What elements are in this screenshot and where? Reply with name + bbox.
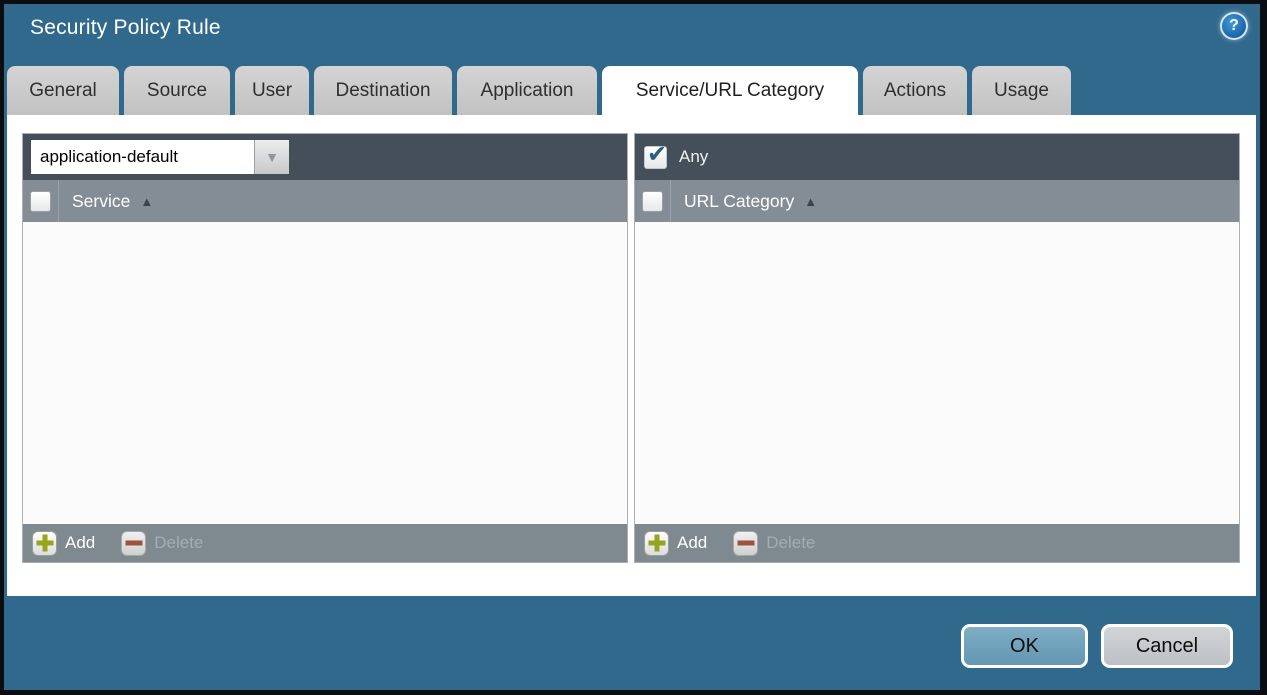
url-category-table-header: URL Category ▲ xyxy=(635,180,1239,222)
service-select-all-cell xyxy=(23,180,59,222)
url-category-panel-footer: Add Delete xyxy=(635,524,1239,562)
dialog-surface: Security Policy Rule ? General Source Us… xyxy=(4,4,1260,690)
ok-button[interactable]: OK xyxy=(961,624,1088,668)
delete-button-label: Delete xyxy=(766,533,815,553)
service-panel: application-default ▼ Service ▲ xyxy=(22,133,628,563)
url-category-panel-toolbar: ✔ Any xyxy=(635,134,1239,180)
minus-icon xyxy=(121,531,146,556)
question-mark-icon: ? xyxy=(1229,17,1239,35)
cancel-button[interactable]: Cancel xyxy=(1101,624,1233,668)
tab-usage[interactable]: Usage xyxy=(972,66,1071,115)
chevron-down-icon: ▼ xyxy=(265,150,279,164)
url-category-delete-button[interactable]: Delete xyxy=(733,531,815,556)
service-type-dropdown[interactable]: application-default ▼ xyxy=(31,140,289,174)
service-table-header: Service ▲ xyxy=(23,180,627,222)
tab-actions[interactable]: Actions xyxy=(863,66,967,115)
url-category-add-button[interactable]: Add xyxy=(644,531,707,556)
plus-icon xyxy=(32,531,57,556)
tab-application[interactable]: Application xyxy=(457,66,597,115)
any-checkbox-row: ✔ Any xyxy=(644,134,708,180)
service-panel-footer: Add Delete xyxy=(23,524,627,562)
sort-ascending-icon[interactable]: ▲ xyxy=(140,194,153,209)
url-category-select-all-cell xyxy=(635,180,671,222)
service-panel-toolbar: application-default ▼ xyxy=(23,134,627,180)
service-delete-button[interactable]: Delete xyxy=(121,531,203,556)
minus-icon xyxy=(733,531,758,556)
sort-ascending-icon[interactable]: ▲ xyxy=(804,194,817,209)
service-type-dropdown-value[interactable]: application-default xyxy=(31,140,254,174)
tab-general[interactable]: General xyxy=(7,66,119,115)
service-add-button[interactable]: Add xyxy=(32,531,95,556)
service-select-all-checkbox[interactable] xyxy=(30,191,51,212)
tab-source[interactable]: Source xyxy=(124,66,230,115)
tab-bar: General Source User Destination Applicat… xyxy=(7,66,1071,115)
help-button[interactable]: ? xyxy=(1220,12,1248,40)
any-checkbox[interactable]: ✔ xyxy=(644,146,667,169)
url-category-column-header[interactable]: URL Category xyxy=(684,191,794,212)
tab-panel-content: application-default ▼ Service ▲ xyxy=(7,115,1256,596)
dialog-title: Security Policy Rule xyxy=(30,16,221,40)
plus-icon xyxy=(644,531,669,556)
security-policy-rule-dialog: Security Policy Rule ? General Source Us… xyxy=(0,0,1267,695)
add-button-label: Add xyxy=(677,533,707,553)
url-category-table-body[interactable] xyxy=(635,222,1239,524)
delete-button-label: Delete xyxy=(154,533,203,553)
add-button-label: Add xyxy=(65,533,95,553)
url-category-select-all-checkbox[interactable] xyxy=(642,191,663,212)
service-table-body[interactable] xyxy=(23,222,627,524)
tab-user[interactable]: User xyxy=(235,66,309,115)
tab-service-url-category[interactable]: Service/URL Category xyxy=(602,66,858,115)
checkmark-icon: ✔ xyxy=(647,140,667,169)
service-type-dropdown-button[interactable]: ▼ xyxy=(254,140,289,174)
tab-destination[interactable]: Destination xyxy=(314,66,452,115)
service-column-header[interactable]: Service xyxy=(72,191,130,212)
any-checkbox-label: Any xyxy=(679,147,708,167)
url-category-panel: ✔ Any URL Category ▲ Add xyxy=(634,133,1240,563)
